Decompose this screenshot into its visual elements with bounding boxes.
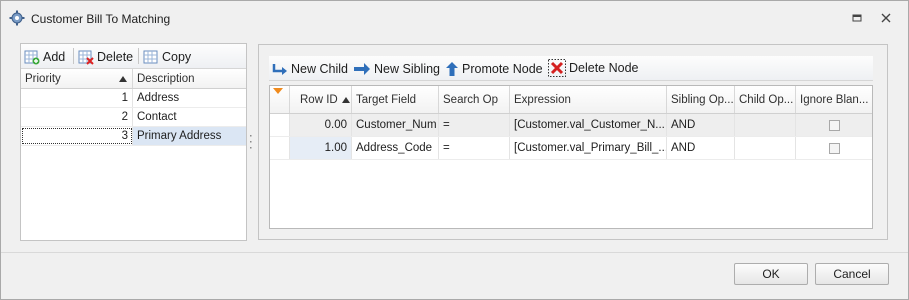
close-icon[interactable] — [878, 10, 894, 26]
delete-node-button[interactable]: Delete Node — [548, 58, 639, 77]
target-field-cell: Address_Code — [352, 137, 439, 159]
add-grid-icon — [24, 50, 40, 64]
table-row[interactable]: 2 Contact — [21, 108, 246, 127]
toolbar-divider — [73, 48, 74, 64]
search-op-cell: = — [439, 114, 510, 136]
left-grid-header: Priority Description — [21, 69, 246, 89]
column-header-target-field[interactable]: Target Field — [352, 86, 439, 113]
condition-grid-header: Row ID Target Field Search Op Expression… — [270, 86, 872, 114]
expression-cell: [Customer.val_Customer_N... — [510, 114, 667, 136]
right-toolbar: New Child New Sibling Promote Node Delet… — [269, 56, 873, 81]
row-id-cell: 1.00 — [290, 137, 352, 159]
delete-grid-icon — [78, 50, 94, 65]
column-header-row-id[interactable]: Row ID — [290, 86, 352, 113]
splitter-handle[interactable] — [249, 134, 252, 150]
column-chooser-button[interactable] — [270, 86, 290, 113]
delete-node-x-icon — [548, 58, 566, 77]
copy-button[interactable]: Copy — [143, 47, 191, 66]
column-header-search-op[interactable]: Search Op — [439, 86, 510, 113]
search-op-cell: = — [439, 137, 510, 159]
row-indicator — [270, 114, 290, 136]
table-row[interactable]: 0.00 Customer_Num = [Customer.val_Custom… — [270, 114, 872, 137]
cancel-button[interactable]: Cancel — [815, 263, 889, 285]
target-field-cell: Customer_Num — [352, 114, 439, 136]
delete-label: Delete — [97, 49, 134, 64]
footer-divider — [1, 252, 908, 253]
settings-gear-icon — [9, 10, 25, 26]
promote-up-arrow-icon — [446, 61, 458, 76]
sort-ascending-icon — [119, 76, 127, 82]
priority-cell: 3 — [21, 127, 133, 145]
ignore-blank-checkbox[interactable] — [828, 119, 840, 131]
promote-node-button[interactable]: Promote Node — [445, 59, 543, 78]
ok-button[interactable]: OK — [734, 263, 808, 285]
child-op-cell — [735, 137, 796, 159]
description-cell: Primary Address — [137, 130, 222, 142]
sibling-op-cell: AND — [667, 114, 735, 136]
description-cell: Contact — [137, 111, 177, 123]
column-header-ignore-blank[interactable]: Ignore Blan... — [796, 86, 872, 113]
new-child-button[interactable]: New Child — [272, 59, 348, 78]
new-sibling-button[interactable]: New Sibling — [353, 59, 440, 78]
left-toolbar: Add Delete Copy — [21, 44, 246, 69]
column-header-sibling-op[interactable]: Sibling Op... — [667, 86, 735, 113]
matching-rules-panel: Add Delete Copy Priority Description 1 A… — [20, 43, 247, 241]
column-header-expression[interactable]: Expression — [510, 86, 667, 113]
sibling-op-cell: AND — [667, 137, 735, 159]
ignore-blank-cell — [796, 114, 872, 136]
new-sibling-arrow-icon — [354, 62, 370, 75]
restore-icon[interactable] — [849, 10, 865, 26]
description-cell: Address — [137, 92, 180, 104]
row-indicator — [270, 137, 290, 159]
toolbar-divider — [138, 48, 139, 64]
priority-cell: 1 — [21, 89, 133, 107]
table-row-selected[interactable]: 3 Primary Address — [21, 127, 246, 146]
child-op-cell — [735, 114, 796, 136]
dialog-window: Customer Bill To Matching Add Delete Cop… — [0, 0, 909, 300]
sort-ascending-icon — [341, 96, 350, 103]
copy-label: Copy — [162, 49, 192, 64]
ignore-blank-cell — [796, 137, 872, 159]
row-id-cell: 0.00 — [290, 114, 352, 136]
table-row[interactable]: 1.00 Address_Code = [Customer.val_Primar… — [270, 137, 872, 160]
column-header-priority[interactable]: Priority — [21, 69, 133, 88]
expression-cell: [Customer.val_Primary_Bill_... — [510, 137, 667, 159]
filter-dropdown-icon — [273, 88, 283, 94]
delete-button[interactable]: Delete — [78, 47, 133, 66]
add-button[interactable]: Add — [24, 47, 65, 66]
priority-cell: 2 — [21, 108, 133, 126]
new-child-arrow-icon — [272, 63, 287, 75]
title-bar: Customer Bill To Matching — [1, 1, 908, 35]
table-row[interactable]: 1 Address — [21, 89, 246, 108]
window-title: Customer Bill To Matching — [31, 12, 171, 26]
condition-grid: Row ID Target Field Search Op Expression… — [269, 85, 873, 229]
column-header-child-op[interactable]: Child Op... — [735, 86, 796, 113]
copy-grid-icon — [143, 50, 158, 63]
ignore-blank-checkbox[interactable] — [828, 142, 840, 154]
column-header-description[interactable]: Description — [133, 69, 246, 88]
add-label: Add — [43, 49, 66, 64]
